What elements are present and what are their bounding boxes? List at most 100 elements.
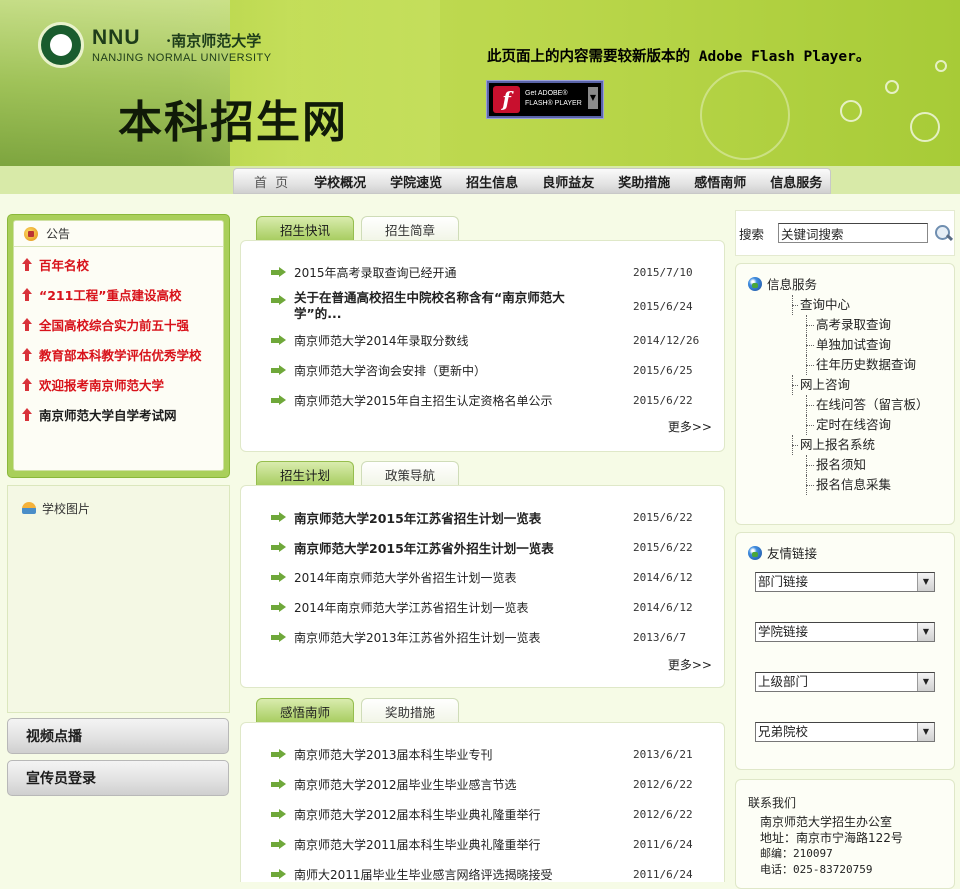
arrow-right-icon: [271, 267, 287, 278]
more-link[interactable]: 更多>>: [668, 418, 712, 435]
flash-icon: f: [493, 86, 520, 113]
nav-scholarships[interactable]: 奖助措施: [606, 172, 682, 191]
news-item[interactable]: 南京师范大学2012届毕业生毕业感言节选 2012/6/22: [241, 769, 724, 799]
about-nnu-box: 南京师范大学2013届本科生毕业专刊 2013/6/21 南京师范大学2012届毕…: [240, 722, 725, 882]
main-nav: 首 页 学校概况 学院速览 招生信息 良师益友 奖助措施 感悟南师 信息服务: [233, 168, 831, 194]
department-links-select[interactable]: 部门链接 ▼: [755, 572, 935, 592]
tab-scholarships[interactable]: 奖助措施: [361, 698, 459, 723]
nav-admissions-info[interactable]: 招生信息: [454, 172, 530, 191]
notice-panel: 公告 百年名校 “211工程”重点建设高校 全国高校综合实力前五十强 教育部本科…: [7, 214, 230, 478]
up-arrow-icon: [22, 407, 32, 421]
news-item[interactable]: 南京师范大学咨询会安排（更新中） 2015/6/25: [241, 355, 724, 385]
arrow-right-icon: [271, 749, 287, 760]
globe-icon: [748, 546, 762, 560]
section1-tabs: 招生快讯 招生简章: [256, 216, 459, 241]
nav-school-overview[interactable]: 学校概况: [302, 172, 378, 191]
news-item[interactable]: 2014年南京师范大学外省招生计划一览表 2014/6/12: [241, 562, 724, 592]
section3-tabs: 感悟南师 奖助措施: [256, 698, 459, 723]
nav-about-nnu[interactable]: 感悟南师: [682, 172, 758, 191]
arrow-right-icon: [271, 839, 287, 850]
arrow-right-icon: [271, 512, 287, 523]
notice-item[interactable]: 南京师范大学自学考试网: [14, 399, 223, 429]
arrow-right-icon: [271, 542, 287, 553]
site-header: NNU ·南京师范大学 NANJING NORMAL UNIVERSITY 本科…: [0, 0, 960, 166]
tab-admission-news[interactable]: 招生快讯: [256, 216, 354, 241]
nav-info-services[interactable]: 信息服务: [758, 172, 834, 191]
tree-group-query-center[interactable]: 查询中心: [792, 295, 954, 315]
news-item[interactable]: 南师大2011届毕业生毕业感言网络评选揭晓接受 2011/6/24: [241, 859, 724, 889]
flash-button-line2: FLASH® PLAYER: [525, 100, 582, 107]
promoter-login-button[interactable]: 宣传员登录: [7, 760, 229, 796]
contact-address: 地址：南京市宁海路122号: [760, 831, 903, 845]
notice-item[interactable]: 百年名校: [14, 249, 223, 279]
up-arrow-icon: [22, 377, 32, 391]
news-item[interactable]: 南京师范大学2013年江苏省外招生计划一览表 2013/6/7: [241, 622, 724, 652]
notice-item[interactable]: “211工程”重点建设高校: [14, 279, 223, 309]
nav-home[interactable]: 首 页: [242, 172, 302, 191]
news-item[interactable]: 南京师范大学2015年自主招生认定资格名单公示 2015/6/22: [241, 385, 724, 415]
download-arrow-icon: ▼: [588, 87, 598, 109]
news-item[interactable]: 南京师范大学2013届本科生毕业专刊 2013/6/21: [241, 739, 724, 769]
tree-group-online-consult[interactable]: 网上咨询: [792, 375, 954, 395]
notice-title: 公告: [46, 227, 71, 241]
up-arrow-icon: [22, 347, 32, 361]
arrow-right-icon: [271, 602, 287, 613]
friendly-links-panel: 友情链接 部门链接 ▼ 学院链接 ▼ 上级部门 ▼ 兄弟院校 ▼: [735, 532, 955, 770]
arrow-right-icon: [271, 809, 287, 820]
nav-teachers[interactable]: 良师益友: [530, 172, 606, 191]
notice-header: 公告: [14, 221, 223, 247]
more-link[interactable]: 更多>>: [668, 656, 712, 673]
search-icon[interactable]: [934, 224, 952, 242]
enrollment-plan-box: 南京师范大学2015年江苏省招生计划一览表 2015/6/22 南京师范大学201…: [240, 485, 725, 688]
university-seal-logo[interactable]: [38, 22, 84, 68]
tab-admission-brochure[interactable]: 招生简章: [361, 216, 459, 241]
section2-tabs: 招生计划 政策导航: [256, 461, 459, 486]
tree-group-online-registration[interactable]: 网上报名系统: [792, 435, 954, 455]
flash-required-message: 此页面上的内容需要较新版本的 Adobe Flash Player。: [487, 49, 871, 65]
search-label: 搜索: [739, 226, 765, 242]
admission-news-box: 2015年高考录取查询已经开通 2015/7/10 关于在普通高校招生中院校名称含…: [240, 240, 725, 452]
superior-dept-select[interactable]: 上级部门 ▼: [755, 672, 935, 692]
arrow-right-icon: [271, 365, 287, 376]
school-photos-icon: [22, 502, 36, 514]
news-item[interactable]: 南京师范大学2011届本科生毕业典礼隆重举行 2011/6/24: [241, 829, 724, 859]
chevron-down-icon: ▼: [917, 723, 934, 741]
get-flash-player-button[interactable]: f Get ADOBE® FLASH® PLAYER ▼: [487, 81, 603, 118]
tree-item[interactable]: 在线问答（留言板）: [798, 395, 954, 415]
tree-item[interactable]: 报名信息采集: [798, 475, 954, 495]
friendly-links-title: 友情链接: [767, 546, 818, 561]
news-item[interactable]: 南京师范大学2015年江苏省招生计划一览表 2015/6/22: [241, 502, 724, 532]
tree-item[interactable]: 单独加试查询: [798, 335, 954, 355]
news-item[interactable]: 南京师范大学2012届本科生毕业典礼隆重举行 2012/6/22: [241, 799, 724, 829]
tab-about-nnu[interactable]: 感悟南师: [256, 698, 354, 723]
news-item[interactable]: 2015年高考录取查询已经开通 2015/7/10: [241, 257, 724, 287]
tree-item[interactable]: 报名须知: [798, 455, 954, 475]
nav-colleges[interactable]: 学院速览: [378, 172, 454, 191]
tab-policy-guide[interactable]: 政策导航: [361, 461, 459, 486]
tree-item[interactable]: 往年历史数据查询: [798, 355, 954, 375]
news-item[interactable]: 2014年南京师范大学江苏省招生计划一览表 2014/6/12: [241, 592, 724, 622]
news-item[interactable]: 关于在普通高校招生中院校名称含有“南京师范大学”的... 2015/6/24: [241, 287, 724, 325]
sister-schools-select[interactable]: 兄弟院校 ▼: [755, 722, 935, 742]
notice-item[interactable]: 教育部本科教学评估优秀学校: [14, 339, 223, 369]
arrow-right-icon: [271, 395, 287, 406]
up-arrow-icon: [22, 287, 32, 301]
news-item[interactable]: 南京师范大学2015年江苏省外招生计划一览表 2015/6/22: [241, 532, 724, 562]
search-input[interactable]: [778, 223, 929, 243]
arrow-right-icon: [271, 779, 287, 790]
site-title: 本科招生网: [118, 97, 348, 148]
video-on-demand-button[interactable]: 视频点播: [7, 718, 229, 754]
notice-item[interactable]: 欢迎报考南京师范大学: [14, 369, 223, 399]
college-links-select[interactable]: 学院链接 ▼: [755, 622, 935, 642]
tree-item[interactable]: 定时在线咨询: [798, 415, 954, 435]
tab-enrollment-plan[interactable]: 招生计划: [256, 461, 354, 486]
up-arrow-icon: [22, 317, 32, 331]
arrow-right-icon: [271, 869, 287, 880]
notice-icon: [24, 226, 38, 241]
chevron-down-icon: ▼: [917, 673, 934, 691]
tree-item[interactable]: 高考录取查询: [798, 315, 954, 335]
school-photos-panel: 学校图片: [7, 485, 230, 713]
news-item[interactable]: 南京师范大学2014年录取分数线 2014/12/26: [241, 325, 724, 355]
notice-item[interactable]: 全国高校综合实力前五十强: [14, 309, 223, 339]
contact-postcode: 邮编：210097: [760, 847, 833, 860]
